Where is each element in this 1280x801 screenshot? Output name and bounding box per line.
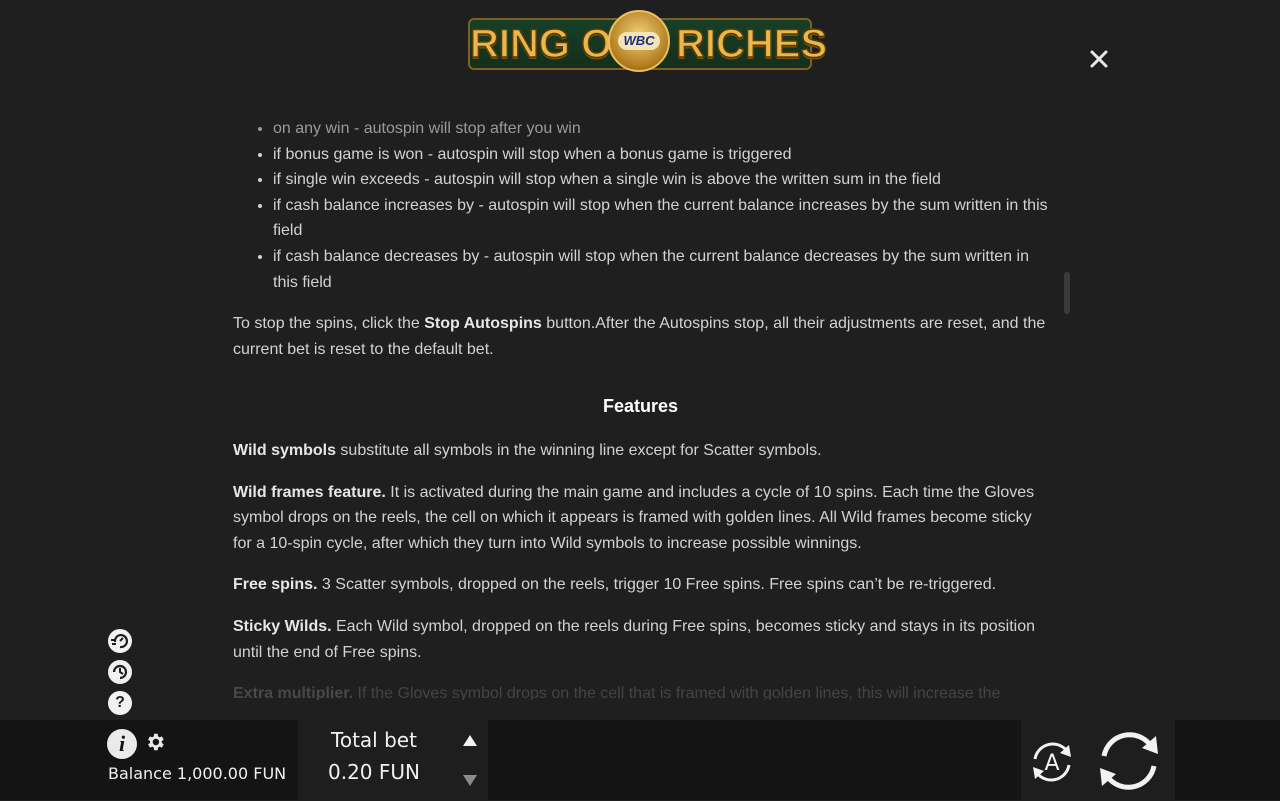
text: substitute all symbols in the winning li… bbox=[335, 441, 822, 459]
autospin-label: A bbox=[1044, 751, 1059, 776]
autospin-button[interactable]: A bbox=[1027, 737, 1077, 787]
list-item: if bonus game is won - autospin will sto… bbox=[273, 142, 1048, 168]
list-item: if cash balance increases by - autospin … bbox=[273, 193, 1048, 244]
help-button[interactable]: ? bbox=[108, 691, 132, 715]
spin-button[interactable] bbox=[1094, 726, 1164, 796]
scrollbar-thumb[interactable] bbox=[1064, 272, 1070, 314]
list-item: if single win exceeds - autospin will st… bbox=[273, 167, 1048, 193]
wild-frames-paragraph: Wild frames feature. It is activated dur… bbox=[233, 480, 1048, 557]
extra-multiplier-paragraph: Extra multiplier. If the Gloves symbol d… bbox=[233, 681, 1048, 700]
bet-increase-button[interactable] bbox=[460, 732, 480, 750]
wild-symbols-label: Wild symbols bbox=[233, 441, 336, 459]
list-item: if cash balance decreases by - autospin … bbox=[273, 244, 1048, 295]
total-bet-value: 0.20 FUN bbox=[328, 760, 420, 784]
triangle-up-icon bbox=[463, 735, 477, 746]
features-heading: Features bbox=[602, 396, 679, 417]
rules-content: on any win - autospin will stop after yo… bbox=[233, 116, 1048, 700]
autospin-conditions-list: on any win - autospin will stop after yo… bbox=[233, 116, 1048, 295]
logo-text-right: RICHES bbox=[675, 21, 828, 67]
free-spins-paragraph: Free spins. 3 Scatter symbols, dropped o… bbox=[233, 572, 1048, 598]
autospin-icon: A bbox=[1033, 742, 1071, 782]
scrollbar[interactable] bbox=[1064, 116, 1070, 696]
settings-button[interactable] bbox=[143, 731, 167, 755]
turbo-icon bbox=[109, 630, 131, 652]
text: To stop the spins, click the bbox=[233, 315, 425, 333]
wild-symbols-paragraph: Wild symbols substitute all symbols in t… bbox=[233, 438, 1048, 464]
text: 3 Scatter symbols, dropped on the reels,… bbox=[317, 576, 997, 594]
logo-badge-text: WBC bbox=[618, 32, 660, 50]
extra-multiplier-label: Extra multiplier. bbox=[233, 685, 354, 700]
bet-decrease-button[interactable] bbox=[460, 772, 480, 790]
list-item: on any win - autospin will stop after yo… bbox=[273, 116, 1048, 142]
text: Each Wild symbol, dropped on the reels d… bbox=[233, 617, 1036, 661]
close-icon bbox=[1090, 50, 1108, 68]
total-bet-label: Total bet bbox=[331, 728, 417, 752]
stop-autospins-label: Stop Autospins bbox=[424, 315, 542, 333]
logo-badge: WBC bbox=[608, 10, 670, 72]
wild-frames-label: Wild frames feature. bbox=[233, 483, 386, 501]
quickspin-icon bbox=[109, 661, 131, 683]
free-spins-label: Free spins. bbox=[233, 576, 318, 594]
balance-display: Balance 1,000.00 FUN bbox=[108, 764, 287, 783]
close-button[interactable] bbox=[1086, 46, 1112, 72]
info-icon: i bbox=[118, 731, 126, 756]
info-button[interactable]: i bbox=[107, 729, 137, 759]
help-icon: ? bbox=[115, 694, 125, 711]
sticky-wilds-paragraph: Sticky Wilds. Each Wild symbol, dropped … bbox=[233, 614, 1048, 665]
quick-spin-button[interactable] bbox=[108, 660, 132, 684]
stop-autospins-paragraph: To stop the spins, click the Stop Autosp… bbox=[233, 311, 1048, 362]
turbo-spin-button[interactable] bbox=[108, 629, 132, 653]
game-logo: RING OF WBC RICHES bbox=[468, 8, 828, 76]
text: If the Gloves symbol drops on the cell t… bbox=[353, 685, 1001, 700]
sticky-wilds-label: Sticky Wilds. bbox=[233, 617, 332, 635]
gear-icon bbox=[148, 733, 164, 751]
spin-refresh-icon bbox=[1100, 732, 1158, 790]
triangle-down-icon bbox=[463, 775, 477, 786]
